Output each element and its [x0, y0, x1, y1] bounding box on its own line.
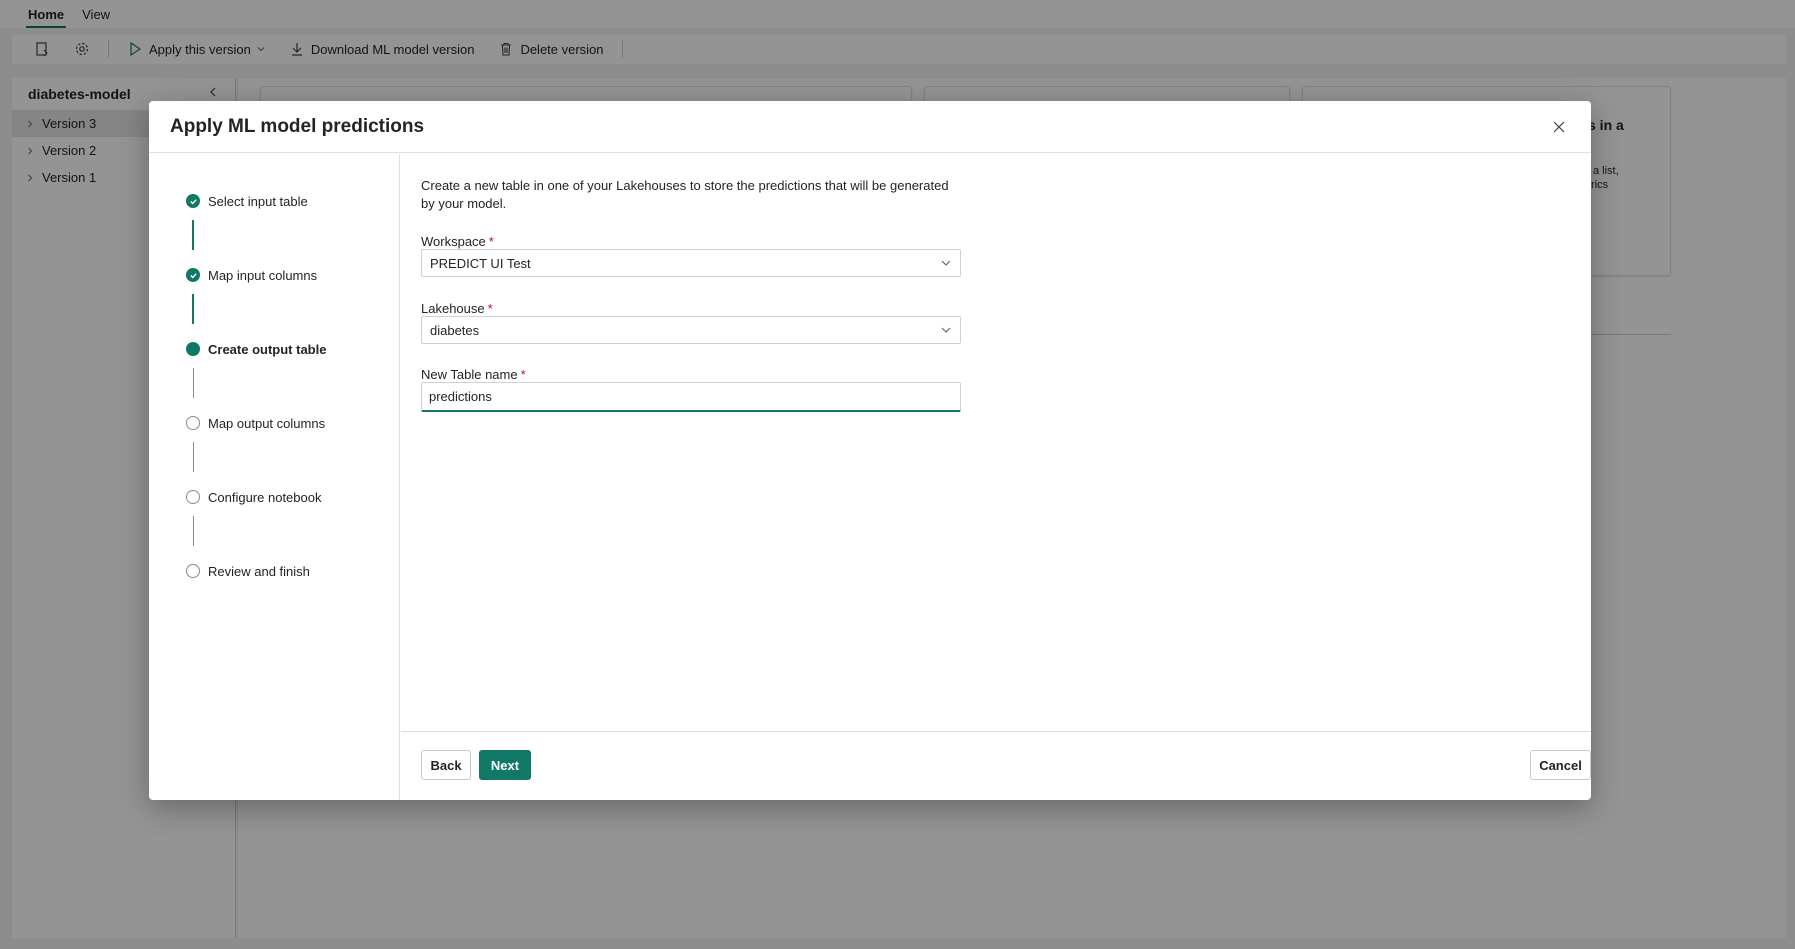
step-complete-icon: [186, 194, 200, 208]
lakehouse-dropdown[interactable]: diabetes: [421, 316, 961, 344]
wizard-steps: Select input table Map input columns Cre…: [186, 192, 326, 580]
table-name-input[interactable]: [421, 382, 961, 412]
step-map-output-columns: Map output columns: [186, 414, 326, 432]
step-create-output-table: Create output table: [186, 340, 326, 358]
step-label: Configure notebook: [208, 489, 322, 505]
step-connector: [192, 516, 194, 546]
required-mark: *: [487, 301, 493, 316]
table-name-label-text: New Table name: [421, 367, 518, 382]
lakehouse-label: Lakehouse *: [421, 301, 493, 316]
step-pending-icon: [186, 416, 200, 430]
dialog-footer: Back Next Cancel: [401, 731, 1591, 800]
table-name-label: New Table name *: [421, 367, 526, 382]
step-complete-icon: [186, 268, 200, 282]
chevron-down-icon: [941, 327, 951, 333]
workspace-value: PREDICT UI Test: [430, 255, 531, 271]
step-label: Map input columns: [208, 267, 318, 283]
wizard-form: Create a new table in one of your Lakeho…: [401, 154, 1591, 731]
required-mark: *: [520, 367, 526, 382]
step-connector: [192, 368, 194, 398]
next-button[interactable]: Next: [479, 750, 531, 780]
chevron-down-icon: [941, 260, 951, 266]
step-label: Map output columns: [208, 415, 326, 431]
required-mark: *: [488, 234, 494, 249]
dialog-header: Apply ML model predictions: [149, 101, 1591, 153]
workspace-label-text: Workspace: [421, 234, 486, 249]
close-icon: [1553, 121, 1565, 132]
step-pending-icon: [186, 564, 200, 578]
workspace-dropdown[interactable]: PREDICT UI Test: [421, 249, 961, 277]
wizard-steps-panel: Select input table Map input columns Cre…: [149, 154, 400, 800]
step-label: Select input table: [208, 193, 308, 209]
lakehouse-label-text: Lakehouse: [421, 301, 485, 316]
step-label: Create output table: [208, 341, 327, 357]
back-button[interactable]: Back: [421, 750, 471, 780]
intro-text: Create a new table in one of your Lakeho…: [421, 178, 949, 211]
step-configure-notebook: Configure notebook: [186, 488, 326, 506]
lakehouse-value: diabetes: [430, 322, 480, 338]
dialog-title: Apply ML model predictions: [170, 115, 425, 137]
step-current-icon: [186, 342, 200, 356]
step-connector: [192, 220, 194, 250]
cancel-button[interactable]: Cancel: [1530, 750, 1591, 780]
close-button[interactable]: [1547, 115, 1571, 139]
step-select-input-table: Select input table: [186, 192, 326, 210]
apply-predictions-dialog: Apply ML model predictions Select input …: [149, 101, 1591, 800]
step-review-and-finish: Review and finish: [186, 562, 326, 580]
step-pending-icon: [186, 490, 200, 504]
step-label: Review and finish: [208, 563, 310, 579]
step-connector: [192, 442, 194, 472]
step-connector: [192, 294, 194, 324]
workspace-label: Workspace *: [421, 234, 494, 249]
step-map-input-columns: Map input columns: [186, 266, 326, 284]
